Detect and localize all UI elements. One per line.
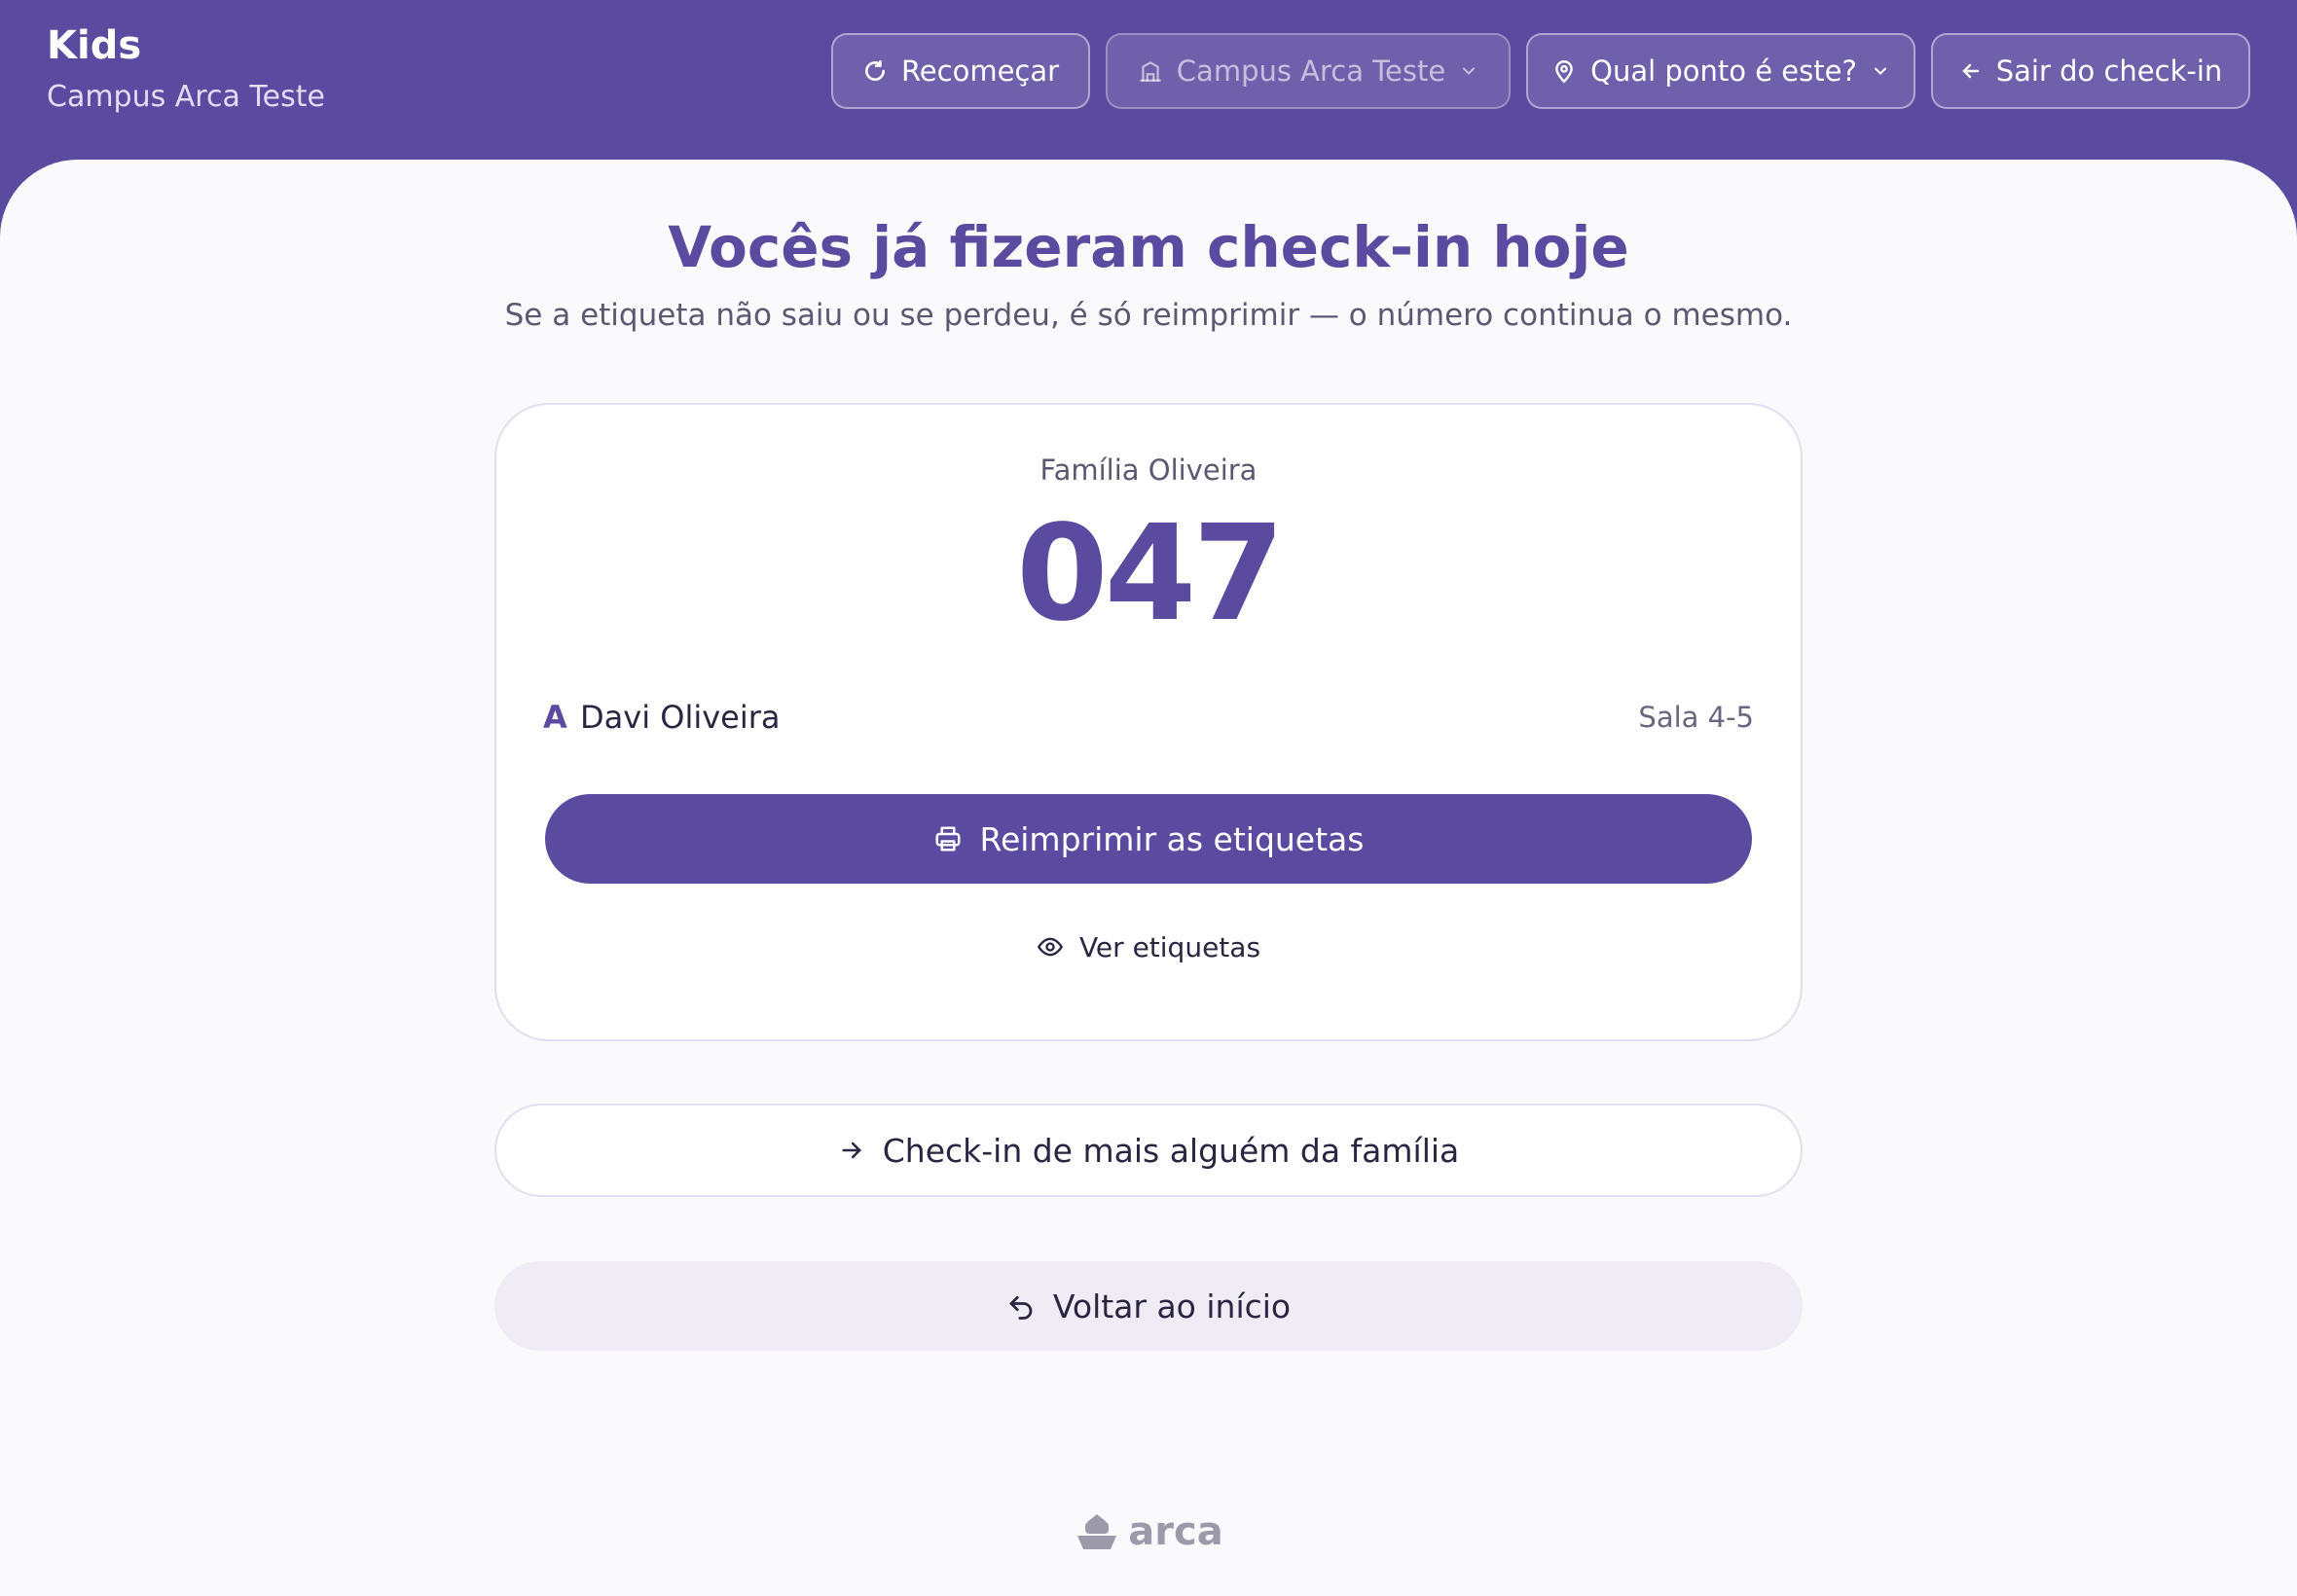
reprint-labels-button[interactable]: Reimprimir as etiquetas (545, 794, 1752, 884)
printer-icon (935, 826, 961, 852)
child-row: A Davi Oliveira Sala 4-5 (543, 693, 1754, 742)
chevron-down-icon (1874, 67, 1886, 75)
app-title: Kids (47, 23, 142, 68)
footer-logo: arca (0, 1503, 2297, 1561)
back-home-label: Voltar ao início (1052, 1287, 1292, 1325)
back-home-button[interactable]: Voltar ao início (494, 1261, 1803, 1351)
checkin-code: 047 (1016, 497, 1285, 651)
point-select-value: Qual ponto é este? (1590, 54, 1857, 88)
restart-button[interactable]: Recomeçar (831, 33, 1090, 109)
building-icon (1139, 61, 1161, 82)
arrow-left-icon (1962, 63, 1979, 79)
eye-icon (1037, 937, 1063, 957)
restart-button-label: Recomeçar (900, 54, 1060, 88)
arrow-right-icon (842, 1142, 861, 1159)
refresh-icon (865, 59, 885, 82)
child-room: Sala 4-5 (1638, 701, 1754, 734)
footer-logo-text: arca (1128, 1509, 1223, 1554)
checkin-family-member-button[interactable]: Check-in de mais alguém da família (494, 1104, 1803, 1197)
exit-checkin-label: Sair do check-in (1995, 54, 2223, 88)
child-name: Davi Oliveira (580, 699, 781, 736)
view-labels-link[interactable]: Ver etiquetas (496, 921, 1801, 973)
undo-icon (1008, 1295, 1033, 1320)
page-subtitle: Se a etiqueta não saiu ou se perdeu, é s… (504, 298, 1793, 333)
point-select[interactable]: Qual ponto é este? (1526, 33, 1915, 109)
campus-subtitle: Campus Arca Teste (47, 80, 325, 114)
campus-select-value: Campus Arca Teste (1176, 54, 1446, 88)
exit-checkin-button[interactable]: Sair do check-in (1931, 33, 2250, 109)
page-title: Vocês já fizeram check-in hoje (668, 214, 1629, 280)
child-initial: A (543, 699, 567, 736)
main-panel: Vocês já fizeram check-in hoje Se a etiq… (0, 160, 2297, 1596)
chevron-down-icon (1463, 67, 1476, 75)
checkin-family-member-label: Check-in de mais alguém da família (882, 1131, 1460, 1170)
family-name: Família Oliveira (1039, 453, 1258, 487)
view-labels-label: Ver etiquetas (1078, 930, 1261, 963)
campus-select[interactable]: Campus Arca Teste (1106, 33, 1511, 109)
ark-logo-icon (1077, 1514, 1117, 1549)
reprint-labels-label: Reimprimir as etiquetas (979, 819, 1365, 858)
map-pin-icon (1555, 60, 1573, 84)
checkin-card: Família Oliveira 047 A Davi Oliveira Sal… (494, 403, 1803, 1041)
